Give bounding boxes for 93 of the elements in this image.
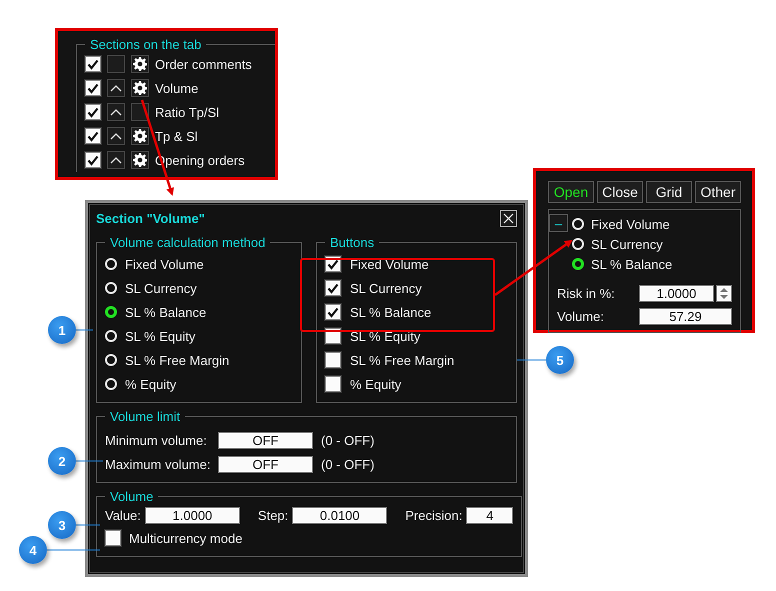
option-label: SL Currency <box>125 280 197 296</box>
settings-button[interactable] <box>131 55 149 73</box>
collapse-button[interactable]: – <box>549 214 568 232</box>
section-label: Order comments <box>155 56 252 72</box>
checkbox[interactable] <box>85 80 101 96</box>
checkmark-icon <box>87 106 99 118</box>
hint-text: (0 - OFF) <box>321 432 374 448</box>
checkbox[interactable] <box>325 376 341 392</box>
radio-button[interactable] <box>105 306 117 318</box>
section-label: Ratio Tp/Sl <box>155 104 220 120</box>
checkbox-label: % Equity <box>350 376 402 392</box>
settings-icon <box>133 129 147 143</box>
option-label: Fixed Volume <box>591 216 670 232</box>
option-label: SL % Balance <box>591 256 672 272</box>
checkmark-icon <box>87 154 99 166</box>
radio-button[interactable] <box>572 258 584 270</box>
section-label: Volume <box>155 80 198 96</box>
input-field[interactable]: OFF <box>218 432 313 448</box>
field-label: Precision: <box>405 508 462 522</box>
checkbox-label: SL % Free Margin <box>350 352 454 368</box>
field-label: Volume: <box>557 309 604 324</box>
checkbox[interactable] <box>325 352 341 368</box>
input-field[interactable]: 1.0000 <box>639 285 714 302</box>
settings-icon <box>133 81 147 95</box>
option-label: Fixed Volume <box>125 256 204 272</box>
input-field[interactable]: 0.0100 <box>292 506 388 524</box>
chevron-up-icon <box>110 84 122 92</box>
hint-text: (0 - OFF) <box>321 456 374 472</box>
settings-button[interactable] <box>131 79 149 97</box>
checkbox[interactable] <box>85 56 101 72</box>
spinner-arrows-icon[interactable] <box>716 285 732 302</box>
move-up-button[interactable] <box>107 103 125 121</box>
callout-badge: 2 <box>48 447 76 475</box>
option-label: SL Currency <box>591 236 663 252</box>
checkbox-label: SL % Balance <box>350 304 432 320</box>
option-label: SL % Equity <box>125 328 196 344</box>
dialog-title: Section "Volume" <box>96 210 205 226</box>
tab[interactable]: Open <box>548 181 594 203</box>
leader-line <box>76 524 100 526</box>
tab[interactable]: Close <box>597 181 643 203</box>
field-label: Maximum volume: <box>105 456 210 472</box>
input-field[interactable]: 4 <box>466 506 514 524</box>
checkmark-icon <box>87 58 99 70</box>
input-field[interactable]: OFF <box>218 456 313 472</box>
move-up-button[interactable] <box>107 151 125 169</box>
move-up-button[interactable] <box>107 127 125 145</box>
input-field[interactable]: 57.29 <box>639 308 732 325</box>
callout-badge: 3 <box>48 511 76 539</box>
checkmark-icon <box>327 258 339 270</box>
checkbox[interactable] <box>85 104 101 120</box>
settings-icon <box>133 57 147 71</box>
checkmark-icon <box>87 130 99 142</box>
settings-button[interactable] <box>131 151 149 169</box>
checkmark-icon <box>87 82 99 94</box>
checkmark-icon <box>327 282 339 294</box>
chevron-up-icon <box>110 108 122 116</box>
callout-badge: 1 <box>48 316 76 344</box>
section-label: Tp & Sl <box>155 128 198 144</box>
checkbox[interactable] <box>85 152 101 168</box>
checkbox-label: Fixed Volume <box>350 256 429 272</box>
settings-icon <box>133 153 147 167</box>
move-up-button[interactable] <box>107 79 125 97</box>
close-button[interactable] <box>500 210 517 226</box>
field-label: Risk in %: <box>557 286 615 301</box>
chevron-up-icon <box>110 156 122 164</box>
field-label: Minimum volume: <box>105 432 208 448</box>
checkbox[interactable] <box>85 128 101 144</box>
settings-button[interactable] <box>131 127 149 145</box>
checkbox-label: SL % Equity <box>350 328 420 344</box>
checkbox[interactable] <box>105 530 121 546</box>
group-title: Volume limit <box>109 409 182 424</box>
field-label: Step: <box>258 508 288 522</box>
group-title: Buttons <box>329 235 376 250</box>
close-icon <box>503 212 514 224</box>
group-title: Volume calculation method <box>109 235 266 250</box>
checkbox[interactable] <box>325 304 341 320</box>
checkbox[interactable] <box>325 280 341 296</box>
checkbox-label: Multicurrency mode <box>129 530 242 546</box>
leader-line <box>76 460 104 462</box>
option-label: % Equity <box>125 376 176 392</box>
tab[interactable]: Grid <box>646 181 692 203</box>
tab[interactable]: Other <box>695 181 741 203</box>
group-title: Sections on the tab <box>89 37 202 52</box>
group-title: Volume <box>109 489 154 504</box>
checkbox-label: SL Currency <box>350 280 422 296</box>
checkmark-icon <box>327 306 339 318</box>
chevron-up-icon <box>110 132 122 140</box>
callout-badge: 4 <box>19 536 47 564</box>
option-label: SL % Balance <box>125 304 206 320</box>
field-label: Value: <box>105 508 141 522</box>
option-label: SL % Free Margin <box>125 352 230 368</box>
input-field[interactable]: 1.0000 <box>144 506 240 524</box>
callout-badge: 5 <box>546 346 574 374</box>
